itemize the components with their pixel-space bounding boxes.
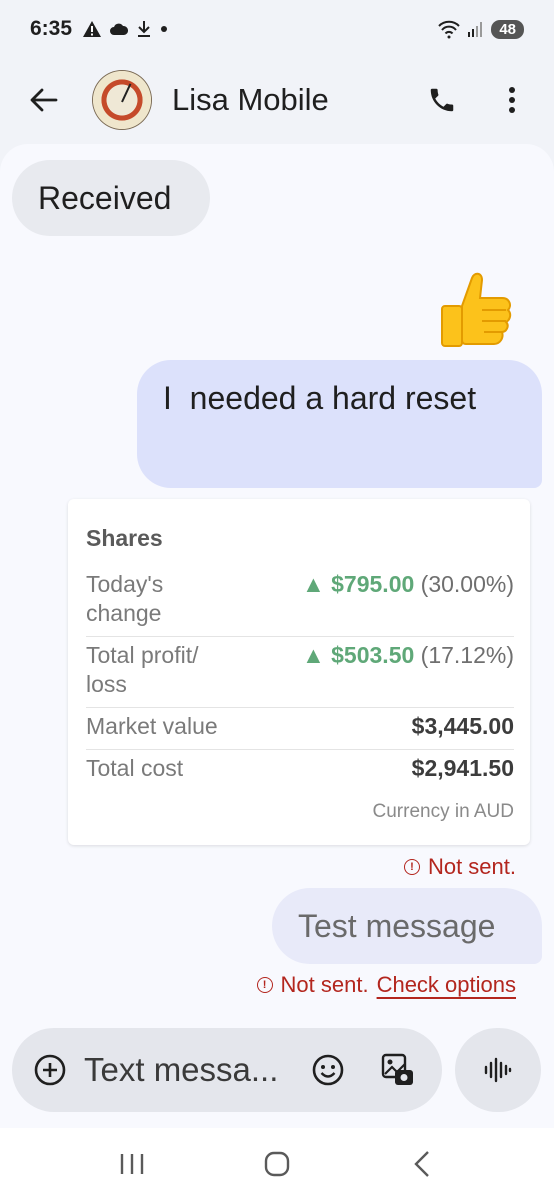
contact-name[interactable]: Lisa Mobile — [172, 82, 414, 118]
dots-vertical-icon — [509, 87, 515, 113]
row-label: Total cost — [86, 755, 184, 781]
up-arrow-icon: ▲ — [301, 571, 325, 597]
back-nav-button[interactable] — [392, 1134, 452, 1194]
card-title: Shares — [86, 525, 163, 551]
outgoing-message-test[interactable]: Test message — [272, 888, 542, 964]
error-icon: ! — [256, 977, 273, 993]
error-icon: ! — [403, 859, 420, 875]
app-bar: Lisa Mobile — [0, 58, 554, 142]
waveform-icon — [484, 1057, 512, 1083]
voice-message-button[interactable] — [455, 1028, 541, 1112]
system-nav-bar — [0, 1128, 554, 1200]
emoji-button[interactable] — [308, 1050, 348, 1090]
row-value: ▲ $795.00 (30.00%) — [302, 570, 514, 628]
up-arrow-icon: ▲ — [301, 642, 325, 668]
smiley-icon — [312, 1054, 344, 1086]
status-left: 6:35 — [30, 17, 168, 41]
home-icon — [264, 1151, 290, 1177]
compose-bar — [12, 1028, 442, 1112]
image-icon — [381, 1053, 413, 1085]
market-value: $3,445.00 — [411, 713, 514, 739]
change-percent: (30.00%) — [420, 571, 514, 597]
not-sent-text: Not sent. — [427, 854, 516, 879]
call-button[interactable] — [414, 72, 470, 128]
phone-icon — [430, 88, 454, 112]
dot-icon — [161, 26, 168, 32]
row-value: ▲ $503.50 (17.12%) — [302, 641, 514, 699]
outgoing-message[interactable]: I needed a hard reset — [137, 360, 542, 488]
more-options-button[interactable] — [484, 72, 540, 128]
plus-circle-icon — [34, 1054, 66, 1086]
card-row-total-cost: Total cost $2,941.50 — [86, 750, 514, 791]
recents-icon — [121, 1154, 144, 1174]
row-label: Market value — [86, 713, 218, 739]
total-cost-value: $2,941.50 — [411, 755, 514, 781]
status-time: 6:35 — [30, 17, 73, 40]
warning-icon — [83, 21, 102, 37]
card-row-todays-change: Today's change ▲ $795.00 (30.00%) — [86, 566, 514, 637]
thumbs-up-emoji[interactable] — [436, 268, 516, 348]
cloud-icon — [110, 23, 129, 35]
change-value: $795.00 — [331, 571, 415, 597]
profit-percent: (17.12%) — [420, 642, 514, 668]
back-button[interactable] — [16, 72, 72, 128]
card-row-market-value: Market value $3,445.00 — [86, 708, 514, 750]
status-right: 48 — [437, 19, 524, 39]
home-button[interactable] — [247, 1134, 307, 1194]
not-sent-status-2: ! Not sent. Check options — [256, 972, 516, 998]
currency-note: Currency in AUD — [372, 801, 515, 822]
not-sent-status: ! Not sent. — [403, 854, 516, 880]
add-attachment-button[interactable] — [30, 1050, 70, 1090]
notification-icons — [82, 20, 168, 38]
arrow-left-icon — [30, 88, 58, 112]
status-bar: 6:35 48 — [0, 0, 554, 58]
shares-card[interactable]: Shares Today's change ▲ $795.00 (30.00%)… — [68, 499, 530, 845]
chevron-left-icon — [413, 1151, 429, 1177]
recents-button[interactable] — [102, 1134, 162, 1194]
conversation-panel[interactable]: Received I needed a hard reset Shares To… — [0, 144, 554, 1128]
row-label: Today's change — [86, 571, 164, 626]
battery-indicator: 48 — [491, 19, 524, 39]
profit-value: $503.50 — [331, 642, 415, 668]
not-sent-text: Not sent. — [280, 972, 369, 997]
download-icon — [138, 21, 151, 37]
card-row-total-profit: Total profit/ loss ▲ $503.50 (17.12%) — [86, 637, 514, 708]
wifi-icon — [438, 20, 461, 39]
row-label: Total profit/ loss — [86, 642, 199, 697]
check-options-link[interactable]: Check options — [377, 972, 516, 998]
incoming-message[interactable]: Received — [12, 160, 210, 236]
gallery-button[interactable] — [378, 1050, 418, 1090]
message-input[interactable] — [84, 1051, 284, 1089]
signal-icon — [468, 22, 483, 37]
avatar[interactable] — [92, 70, 152, 130]
